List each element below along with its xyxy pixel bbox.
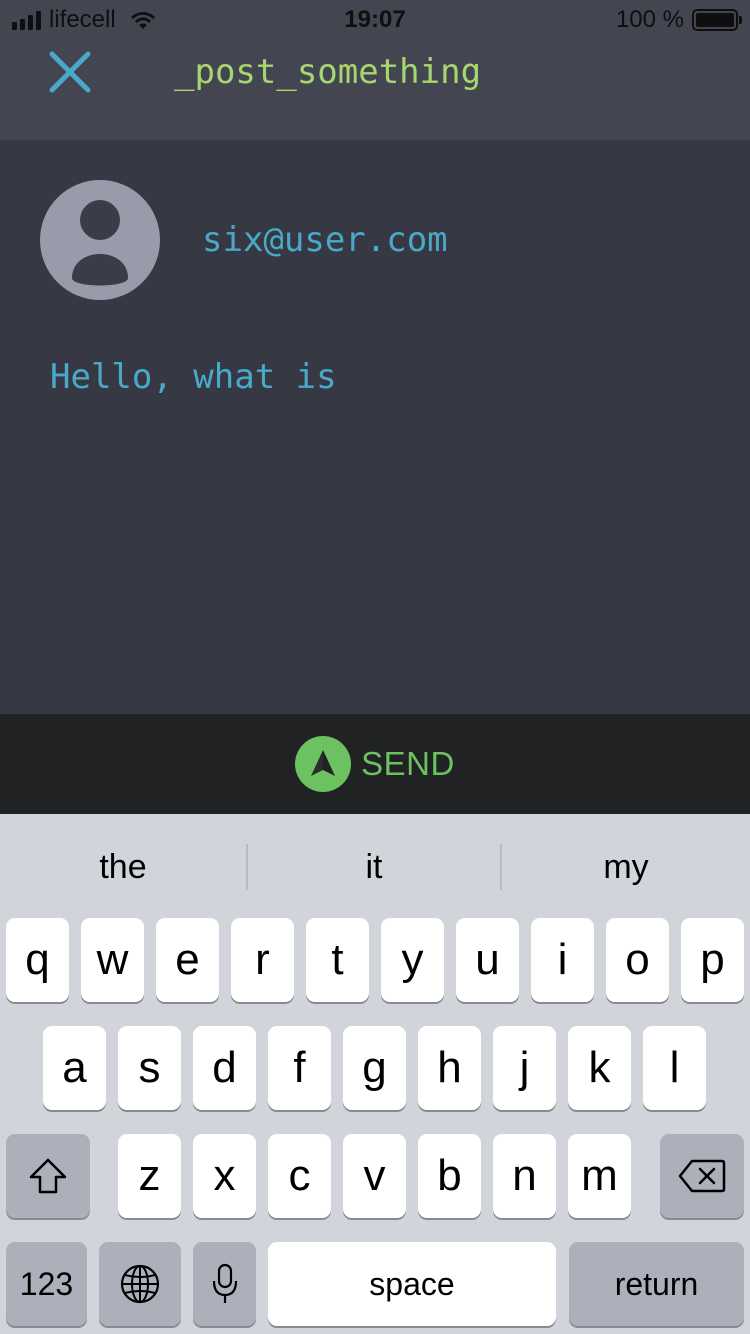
globe-key[interactable] (99, 1242, 181, 1326)
close-icon (49, 51, 91, 93)
key-letter[interactable]: m (568, 1134, 631, 1218)
key-letter[interactable]: v (343, 1134, 406, 1218)
dictation-key[interactable] (193, 1242, 256, 1326)
send-label: SEND (361, 745, 455, 782)
key-letter[interactable]: w (81, 918, 144, 1002)
key-letter[interactable]: x (193, 1134, 256, 1218)
return-key[interactable]: return (569, 1242, 744, 1326)
key-letter[interactable]: z (118, 1134, 181, 1218)
key-letter[interactable]: t (306, 918, 369, 1002)
shift-arrow-icon (29, 1158, 67, 1194)
suggestion-item[interactable]: it (248, 842, 500, 892)
status-bar: lifecell 19:07 100 % (0, 0, 750, 40)
battery-icon (692, 9, 742, 31)
key-letter[interactable]: e (156, 918, 219, 1002)
key-letter[interactable]: k (568, 1026, 631, 1110)
microphone-icon (212, 1263, 237, 1303)
key-letter[interactable]: y (381, 918, 444, 1002)
key-letter[interactable]: q (6, 918, 69, 1002)
key-letter[interactable]: u (456, 918, 519, 1002)
key-letter[interactable]: s (118, 1026, 181, 1110)
status-right: 100 % (615, 6, 742, 34)
key-letter[interactable]: f (268, 1026, 331, 1110)
suggestion-item[interactable]: the (0, 842, 246, 892)
globe-icon (120, 1264, 160, 1304)
app-header: lifecell 19:07 100 % _post_something (0, 0, 750, 140)
key-letter[interactable]: n (493, 1134, 556, 1218)
key-letter[interactable]: b (418, 1134, 481, 1218)
key-letter[interactable]: j (493, 1026, 556, 1110)
user-email: six@user.com (202, 220, 448, 260)
shift-key[interactable] (6, 1134, 90, 1218)
send-button[interactable]: SEND (0, 714, 750, 814)
key-letter[interactable]: a (43, 1026, 106, 1110)
key-letter[interactable]: l (643, 1026, 706, 1110)
battery-percentage: 100 % (615, 6, 684, 33)
key-letter[interactable]: g (343, 1026, 406, 1110)
key-letter[interactable]: c (268, 1134, 331, 1218)
backspace-key[interactable] (660, 1134, 744, 1218)
close-button[interactable] (48, 50, 92, 94)
key-letter[interactable]: o (606, 918, 669, 1002)
user-avatar-icon (72, 200, 128, 286)
key-letter[interactable]: r (231, 918, 294, 1002)
key-letter[interactable]: h (418, 1026, 481, 1110)
page-title: _post_something (174, 52, 482, 92)
avatar (40, 180, 160, 300)
key-letter[interactable]: d (193, 1026, 256, 1110)
space-key[interactable]: space (268, 1242, 556, 1326)
key-letter[interactable]: i (531, 918, 594, 1002)
backspace-icon (678, 1159, 726, 1193)
suggestion-item[interactable]: my (502, 842, 750, 892)
on-screen-keyboard: the it my q w e r t y u i o p a s d f g … (0, 814, 750, 1334)
numbers-key[interactable]: 123 (6, 1242, 87, 1326)
key-letter[interactable]: p (681, 918, 744, 1002)
suggestion-bar: the it my (0, 814, 750, 914)
post-text-input[interactable]: Hello, what is (50, 354, 700, 674)
send-arrow-icon (295, 736, 352, 792)
